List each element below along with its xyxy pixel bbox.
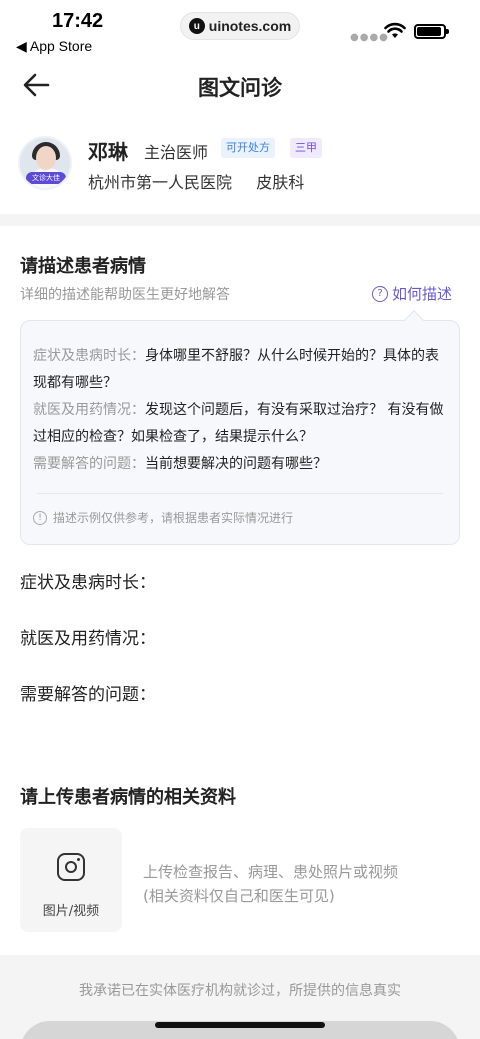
describe-section-title: 请描述患者病情 — [20, 256, 146, 277]
url-pill: u uinotes.com — [180, 12, 300, 40]
status-time: 17:42 — [52, 10, 104, 32]
example-label-symptoms: 症状及患病时长： — [33, 348, 145, 364]
nav-bar: 图文问诊 — [0, 60, 480, 110]
example-text-questions: 当前想要解决的问题有哪些？ — [145, 456, 327, 472]
upload-section-title: 请上传患者病情的相关资料 — [20, 787, 236, 808]
example-note-text: 描述示例仅供参考，请根据患者实际情况进行 — [53, 511, 294, 525]
doctor-avatar: 文诊大佳 — [18, 136, 72, 190]
doctor-name: 邓琳 — [88, 140, 128, 164]
battery-icon — [414, 24, 449, 39]
prescription-badge: 可开处方 — [221, 138, 275, 158]
page-title: 图文问诊 — [198, 76, 282, 100]
upload-hint: 上传检查报告、病理、患处照片或视频 (相关资料仅自己和医生可见) — [143, 860, 398, 908]
upload-button-label: 图片/视频 — [42, 904, 100, 919]
promise-text: 我承诺已在实体医疗机构就诊过，所提供的信息真实 — [79, 983, 401, 999]
symptoms-input-label[interactable]: 症状及患病时长： — [20, 568, 156, 593]
example-label-treatment: 就医及用药情况： — [33, 402, 145, 418]
hospital-level-badge: 三甲 — [290, 138, 322, 158]
doctor-card[interactable]: 文诊大佳 邓琳 主治医师 可开处方 三甲 杭州市第一人民医院 皮肤科 — [18, 134, 462, 204]
site-logo-icon: u — [188, 18, 205, 34]
url-text: uinotes.com — [208, 18, 292, 34]
section-divider — [0, 214, 480, 226]
avatar-tag: 文诊大佳 — [26, 172, 66, 184]
doctor-hospital: 杭州市第一人民医院 皮肤科 — [88, 169, 304, 193]
how-to-describe-label: 如何描述 — [392, 285, 453, 303]
doctor-title: 主治医师 — [144, 143, 209, 162]
camera-icon — [57, 853, 85, 881]
hospital-name: 杭州市第一人民医院 — [88, 173, 233, 192]
upload-media-button[interactable]: 图片/视频 — [20, 828, 122, 932]
home-indicator — [155, 1022, 325, 1028]
info-icon: ! — [33, 510, 47, 525]
how-to-describe-link[interactable]: ? 如何描述 — [372, 283, 452, 304]
help-question-icon: ? — [372, 285, 388, 302]
example-box: 症状及患病时长：身体哪里不舒服？从什么时候开始的？具体的表现都有哪些？ 就医及用… — [20, 310, 460, 545]
wifi-icon — [384, 22, 406, 38]
upload-hint-line1: 上传检查报告、病理、患处照片或视频 — [143, 863, 399, 881]
status-bar: 17:42 ◀ App Store u uinotes.com ●●●● — [0, 0, 480, 58]
example-text: 症状及患病时长：身体哪里不舒服？从什么时候开始的？具体的表现都有哪些？ 就医及用… — [33, 343, 447, 478]
upload-hint-line2: (相关资料仅自己和医生可见) — [143, 887, 335, 905]
example-divider — [37, 493, 443, 494]
back-to-app-store-link[interactable]: ◀ App Store — [16, 38, 92, 55]
example-note: ! 描述示例仅供参考，请根据患者实际情况进行 — [33, 509, 293, 526]
example-label-questions: 需要解答的问题： — [33, 456, 145, 472]
questions-input-label[interactable]: 需要解答的问题： — [20, 680, 156, 705]
describe-section-subtitle: 详细的描述能帮助医生更好地解答 — [20, 287, 230, 303]
department-name: 皮肤科 — [256, 173, 305, 192]
treatment-input-label[interactable]: 就医及用药情况： — [20, 624, 156, 649]
